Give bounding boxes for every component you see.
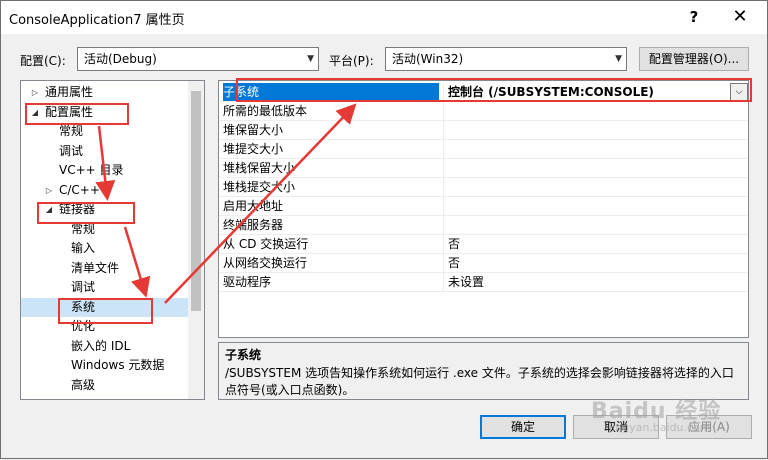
watermark-url: jingyan.baidu.com <box>609 421 711 434</box>
arrow-to-subsystem <box>164 103 357 304</box>
arrow-to-system <box>123 226 151 298</box>
property-pages-dialog: ConsoleApplication7 属性页 ? ✕ 配置(C): 活动(De… <box>0 0 768 459</box>
annotation-arrows <box>95 103 357 304</box>
arrow-to-linker <box>95 125 116 201</box>
